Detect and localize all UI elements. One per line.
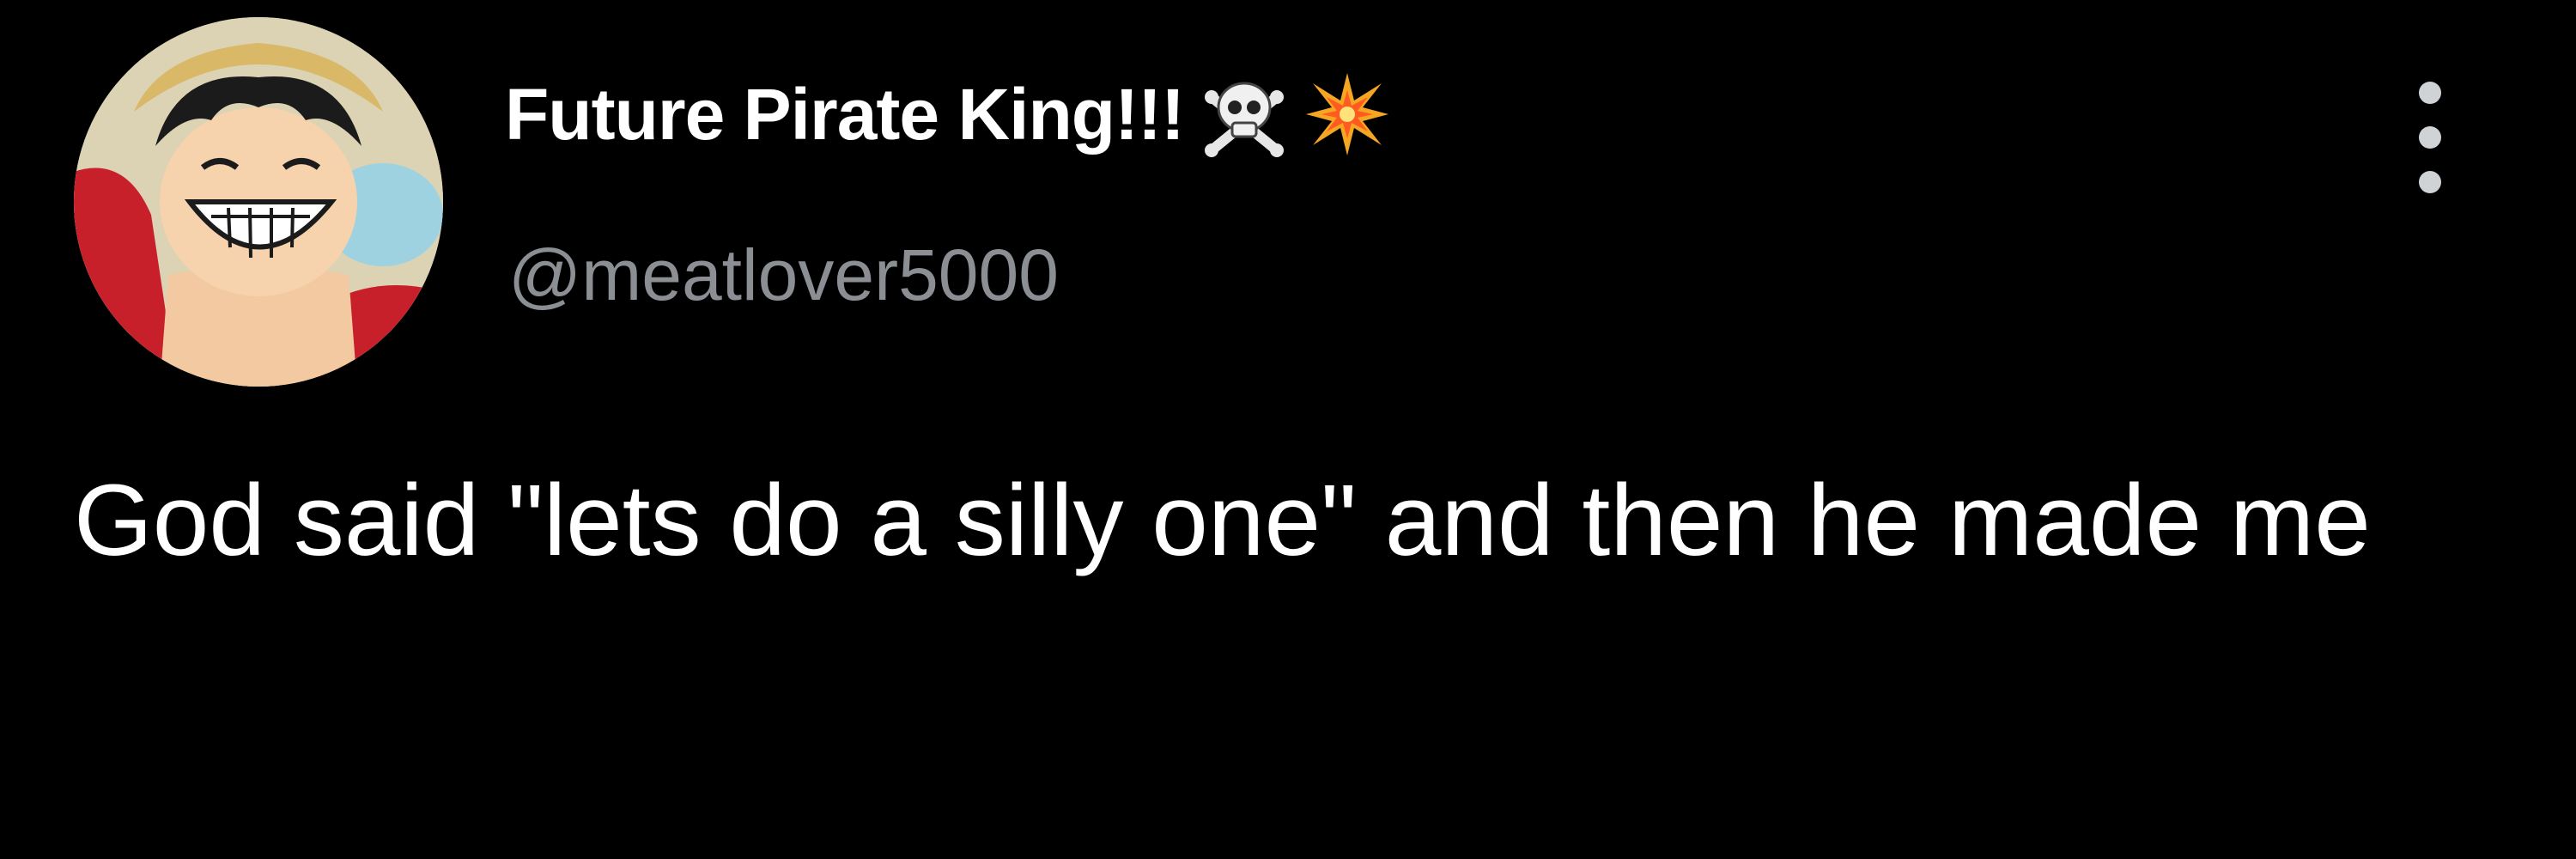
vertical-ellipsis-icon: [2419, 126, 2441, 149]
author-name-row: Future Pirate King!!!: [505, 67, 1390, 161]
avatar[interactable]: [74, 17, 443, 387]
user-handle[interactable]: @meatlover5000: [508, 234, 1059, 317]
skull-and-crossbones-icon: [1201, 71, 1287, 157]
display-name[interactable]: Future Pirate King!!!: [505, 73, 1185, 156]
collision-icon: [1304, 71, 1390, 157]
tweet-text: God said "lets do a silly one" and then …: [74, 464, 2371, 577]
vertical-ellipsis-icon: [2419, 171, 2441, 193]
more-options-button[interactable]: [2396, 82, 2464, 193]
vertical-ellipsis-icon: [2419, 82, 2441, 104]
tweet-card: Future Pirate King!!! @meatlover5000 God…: [0, 0, 2576, 859]
avatar-image: [74, 17, 443, 387]
